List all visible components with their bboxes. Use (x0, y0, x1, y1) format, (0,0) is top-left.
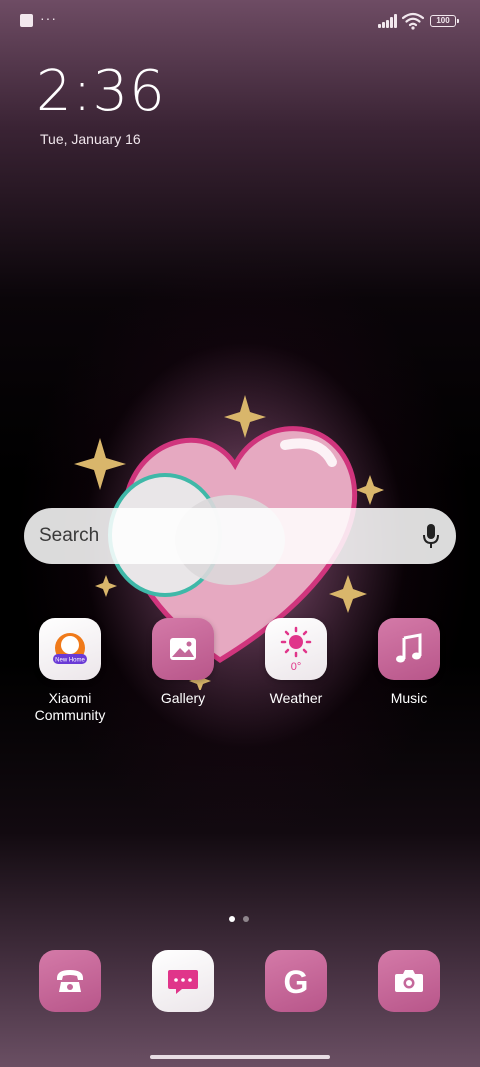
xiaomi-community-icon: New Home (39, 618, 101, 680)
search-placeholder: Search (39, 525, 100, 546)
new-home-sticker-text: New Home (55, 658, 85, 664)
microphone-icon[interactable] (422, 523, 440, 549)
notification-icon (20, 14, 33, 27)
weather-icon: 0° (265, 618, 327, 680)
page-dot (243, 916, 249, 922)
clock-date[interactable]: Tue, January 16 (40, 131, 141, 147)
app-label: Weather (269, 690, 323, 706)
app-label: Xiaomi Community (34, 690, 106, 723)
messages-icon (168, 970, 198, 994)
gallery-icon (152, 618, 214, 680)
music-icon (378, 618, 440, 680)
app-weather[interactable]: 0° Weather (246, 618, 346, 707)
dock-messages[interactable] (152, 950, 214, 1012)
home-gesture-bar[interactable] (150, 1055, 330, 1059)
app-label: Gallery (160, 690, 206, 706)
wifi-icon (402, 12, 424, 30)
weather-temperature: 0° (291, 661, 302, 673)
dock-phone[interactable] (39, 950, 101, 1012)
app-music[interactable]: Music (359, 618, 459, 707)
page-indicator (229, 909, 257, 927)
clock-time[interactable]: 2:36 (36, 60, 166, 124)
search-bar[interactable]: Search (24, 508, 456, 564)
svg-text:G: G (284, 964, 309, 1000)
battery-icon: 100 (430, 15, 459, 27)
phone-icon (57, 970, 83, 992)
app-xiaomi-community[interactable]: New Home Xiaomi Community (20, 618, 120, 724)
signal-icon (378, 14, 398, 28)
page-dot-active (229, 916, 235, 922)
google-icon: G (284, 964, 309, 1000)
app-gallery[interactable]: Gallery (133, 618, 233, 707)
dock-camera[interactable] (378, 950, 440, 1012)
camera-icon (395, 970, 423, 992)
dock-google[interactable]: G (265, 950, 327, 1012)
more-notifications-indicator: ··· (40, 10, 57, 26)
status-bar: ··· 100 (0, 0, 480, 44)
app-label: Music (390, 690, 428, 706)
